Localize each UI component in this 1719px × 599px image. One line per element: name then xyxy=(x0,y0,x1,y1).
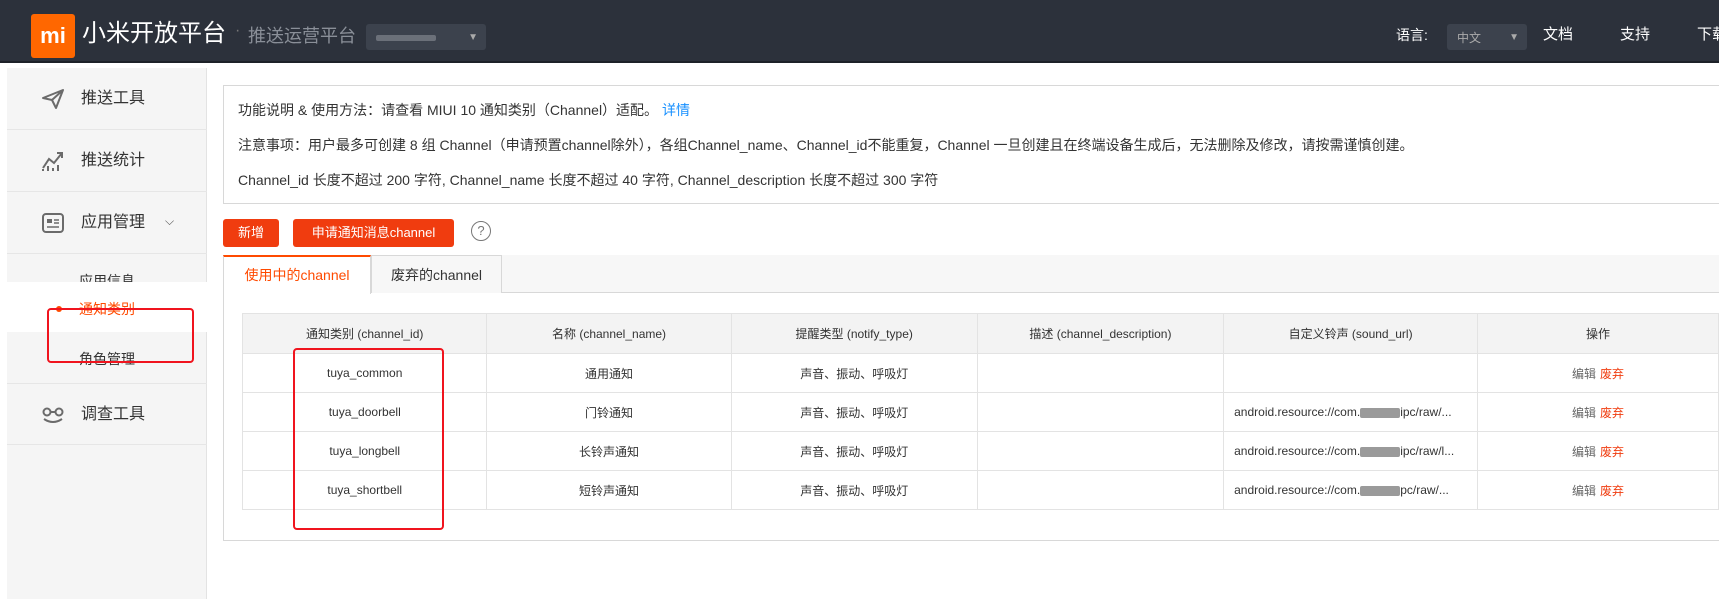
column-header: 提醒类型 (notify_type) xyxy=(730,313,978,354)
redacted-mask xyxy=(1360,446,1401,457)
column-header: 描述 (channel_description) xyxy=(976,313,1225,354)
tab-active-channels[interactable]: 使用中的channel xyxy=(223,255,371,294)
mi-logo[interactable]: mi xyxy=(31,14,75,58)
caret-down-icon: ▼ xyxy=(468,32,478,43)
info-notice-line: 注意事项：用户最多可创建 8 组 Channel（申请预置channel除外），… xyxy=(238,137,1414,153)
discard-link[interactable]: 废弃 xyxy=(1600,445,1624,459)
sound-url-prefix: android.resource://com. xyxy=(1234,444,1361,458)
highlight-box-sidebar xyxy=(47,308,194,363)
language-label: 语言: xyxy=(1396,27,1428,43)
discard-link[interactable]: 废弃 xyxy=(1600,406,1624,420)
table-header-row: 通知类别 (channel_id) 名称 (channel_name) 提醒类型… xyxy=(241,313,1719,354)
cell-channel-name: 门铃通知 xyxy=(486,392,732,432)
cell-sound-url: android.resource://com. ipc/raw/... xyxy=(1223,392,1479,432)
line-chart-icon xyxy=(42,152,63,171)
tab-bar: 使用中的channel 废弃的channel xyxy=(223,255,1719,294)
discard-link[interactable]: 废弃 xyxy=(1600,484,1624,498)
sidebar-item-label: 推送统计 xyxy=(81,152,146,169)
language-value: 中文 xyxy=(1457,31,1482,45)
channel-table: 通知类别 (channel_id) 名称 (channel_name) 提醒类型… xyxy=(241,313,1719,510)
tab-discarded-channels[interactable]: 废弃的channel xyxy=(371,255,502,293)
sidebar-item-push-stats[interactable]: 推送统计 xyxy=(7,130,207,192)
table-row: tuya_longbell 长铃声通知 声音、振动、呼吸灯 android.re… xyxy=(241,431,1719,471)
redacted-mask xyxy=(1360,485,1401,496)
top-header: mi 小米开放平台 · 推送运营平台 ▼ 语言: 中文 ▼ 文档 支持 下载 xyxy=(0,0,1719,63)
edit-link[interactable]: 编辑 xyxy=(1572,484,1596,498)
sound-url-suffix: pc/raw/... xyxy=(1400,483,1449,497)
sidebar-item-app-management[interactable]: 应用管理 ⌵ xyxy=(7,192,207,254)
info-usage-text: 功能说明 & 使用方法：请查看 MIUI 10 通知类别（Channel）适配。 xyxy=(238,102,659,118)
cell-description xyxy=(976,392,1225,432)
cell-actions: 编辑 废弃 xyxy=(1477,470,1719,510)
sound-url-prefix: android.resource://com. xyxy=(1234,483,1361,497)
table-row: tuya_common 通用通知 声音、振动、呼吸灯 编辑 废弃 xyxy=(241,353,1719,393)
table-row: tuya_doorbell 门铃通知 声音、振动、呼吸灯 android.res… xyxy=(241,392,1719,432)
add-channel-button[interactable]: 新增 xyxy=(223,219,279,247)
column-header: 自定义铃声 (sound_url) xyxy=(1223,313,1479,354)
sound-url-prefix: android.resource://com. xyxy=(1234,405,1361,419)
cell-channel-name: 通用通知 xyxy=(486,353,732,393)
table-row: tuya_shortbell 短铃声通知 声音、振动、呼吸灯 android.r… xyxy=(241,470,1719,510)
info-length-limits: Channel_id 长度不超过 200 字符, Channel_name 长度… xyxy=(238,172,939,188)
sidebar-item-push-tools[interactable]: 推送工具 xyxy=(7,68,207,130)
redacted-mask xyxy=(1360,407,1401,418)
highlight-box-channel-ids xyxy=(293,348,444,530)
paper-plane-icon xyxy=(42,89,64,109)
cell-actions: 编辑 废弃 xyxy=(1477,353,1719,393)
info-panel: 功能说明 & 使用方法：请查看 MIUI 10 通知类别（Channel）适配。… xyxy=(223,85,1719,204)
chevron-down-icon: ⌵ xyxy=(165,214,175,228)
cell-channel-name: 长铃声通知 xyxy=(486,431,732,471)
nav-download[interactable]: 下载 xyxy=(1697,24,1719,46)
cell-channel-name: 短铃声通知 xyxy=(486,470,732,510)
edit-link[interactable]: 编辑 xyxy=(1572,445,1596,459)
app-name-masked xyxy=(376,35,436,41)
cell-actions: 编辑 废弃 xyxy=(1477,431,1719,471)
brand-title[interactable]: 小米开放平台 xyxy=(82,18,226,50)
edit-link[interactable]: 编辑 xyxy=(1572,367,1596,381)
caret-down-icon: ▼ xyxy=(1509,32,1519,43)
details-link[interactable]: 详情 xyxy=(662,102,690,118)
cell-sound-url xyxy=(1223,353,1479,393)
cell-notify-type: 声音、振动、呼吸灯 xyxy=(730,353,978,393)
cell-notify-type: 声音、振动、呼吸灯 xyxy=(730,470,978,510)
cell-sound-url: android.resource://com. ipc/raw/l... xyxy=(1223,431,1479,471)
app-card-icon xyxy=(42,213,64,233)
sound-url-suffix: ipc/raw/... xyxy=(1400,405,1452,419)
edit-link[interactable]: 编辑 xyxy=(1572,406,1596,420)
help-icon[interactable]: ? xyxy=(471,221,491,241)
info-usage-line: 功能说明 & 使用方法：请查看 MIUI 10 通知类别（Channel）适配。… xyxy=(238,100,690,120)
sidebar-item-label: 推送工具 xyxy=(81,90,146,107)
brand-separator: · xyxy=(235,22,241,39)
cell-actions: 编辑 废弃 xyxy=(1477,392,1719,432)
nav-docs[interactable]: 文档 xyxy=(1543,24,1573,46)
sidebar-item-survey-tools[interactable]: 调查工具 xyxy=(7,383,207,445)
cell-notify-type: 声音、振动、呼吸灯 xyxy=(730,392,978,432)
sidebar-item-label: 应用管理 xyxy=(81,214,146,231)
discard-link[interactable]: 废弃 xyxy=(1600,367,1624,381)
cell-sound-url: android.resource://com. pc/raw/... xyxy=(1223,470,1479,510)
cell-description xyxy=(976,431,1225,471)
apply-channel-button[interactable]: 申请通知消息channel xyxy=(293,219,454,247)
column-header: 名称 (channel_name) xyxy=(486,313,732,354)
cell-description xyxy=(976,353,1225,393)
cell-description xyxy=(976,470,1225,510)
nav-support[interactable]: 支持 xyxy=(1620,24,1650,46)
platform-subtitle: 推送运营平台 xyxy=(248,26,356,46)
column-header: 操作 xyxy=(1477,313,1719,354)
sound-url-suffix: ipc/raw/l... xyxy=(1400,444,1455,458)
glasses-icon xyxy=(42,407,64,423)
language-select[interactable]: 中文 ▼ xyxy=(1447,24,1527,50)
sidebar-item-label: 调查工具 xyxy=(81,406,146,423)
cell-notify-type: 声音、振动、呼吸灯 xyxy=(730,431,978,471)
app-selector[interactable]: ▼ xyxy=(366,24,486,50)
